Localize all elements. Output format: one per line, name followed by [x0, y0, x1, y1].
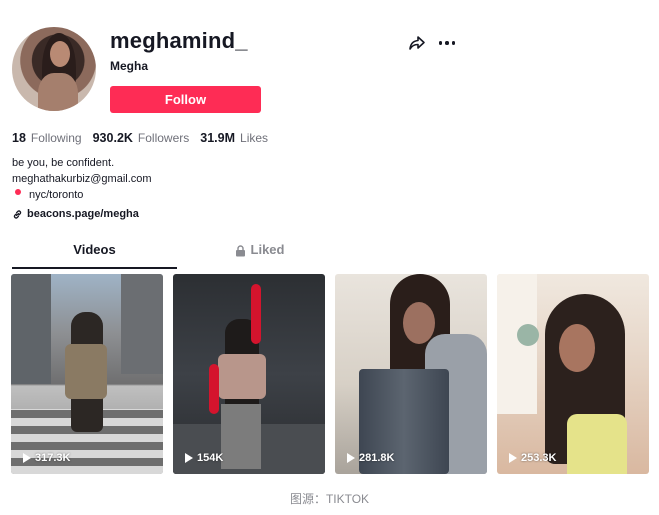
- video-card[interactable]: 281.8K: [335, 274, 487, 474]
- share-icon[interactable]: [407, 33, 427, 53]
- bio-location: nyc/toronto: [12, 187, 152, 203]
- video-views-count: 154K: [197, 452, 224, 464]
- following-count: 18: [12, 131, 26, 145]
- video-views: 253.3K: [509, 452, 556, 464]
- tab-videos-label: Videos: [73, 242, 116, 257]
- video-views-count: 253.3K: [521, 452, 557, 464]
- video-card[interactable]: 154K: [173, 274, 325, 474]
- video-views-count: 317.3K: [35, 452, 71, 464]
- profile-link-text: beacons.page/megha: [27, 208, 139, 220]
- play-icon: [23, 453, 31, 463]
- bio-line: be you, be confident.: [12, 157, 115, 169]
- lock-icon: [235, 245, 245, 257]
- video-card[interactable]: 317.3K: [11, 274, 163, 474]
- video-grid: 317.3K 154K 281.8K 253.3K: [11, 274, 649, 474]
- profile-username: meghamind_: [110, 28, 248, 53]
- avatar[interactable]: [12, 27, 96, 111]
- stat-following[interactable]: 18 Following: [12, 131, 82, 145]
- followers-label: Followers: [137, 131, 190, 145]
- stat-likes: 31.9M Likes: [200, 131, 268, 145]
- video-views: 281.8K: [347, 452, 394, 464]
- tab-liked[interactable]: Liked: [177, 242, 342, 268]
- profile-nickname: Megha: [110, 59, 149, 73]
- follow-button[interactable]: Follow: [110, 86, 261, 113]
- video-views-count: 281.8K: [359, 452, 395, 464]
- active-tab-indicator: [12, 267, 177, 269]
- tab-videos[interactable]: Videos: [12, 242, 177, 268]
- play-icon: [509, 453, 517, 463]
- play-icon: [347, 453, 355, 463]
- likes-label: Likes: [240, 131, 269, 145]
- link-icon: [13, 209, 22, 219]
- followers-count: 930.2K: [92, 131, 133, 145]
- video-views: 154K: [185, 452, 223, 464]
- profile-link[interactable]: beacons.page/megha: [12, 208, 139, 220]
- likes-count: 31.9M: [200, 131, 236, 145]
- stat-followers[interactable]: 930.2K Followers: [93, 131, 190, 145]
- tab-liked-label: Liked: [250, 242, 285, 257]
- profile-bio: be you, be confident. meghathakurbiz@gma…: [12, 155, 152, 203]
- bio-email: meghathakurbiz@gmail.com: [12, 173, 152, 185]
- more-icon[interactable]: [437, 33, 457, 53]
- profile-stats: 18 Following 930.2K Followers 31.9M Likes: [12, 131, 279, 145]
- following-label: Following: [30, 131, 82, 145]
- profile-tabs: Videos Liked: [12, 242, 342, 269]
- play-icon: [185, 453, 193, 463]
- location-pin-icon: [15, 189, 21, 195]
- image-source-caption: 图源：TIKTOK: [289, 492, 370, 506]
- video-card[interactable]: 253.3K: [497, 274, 649, 474]
- bio-location-text: nyc/toronto: [29, 189, 84, 201]
- video-views: 317.3K: [23, 452, 70, 464]
